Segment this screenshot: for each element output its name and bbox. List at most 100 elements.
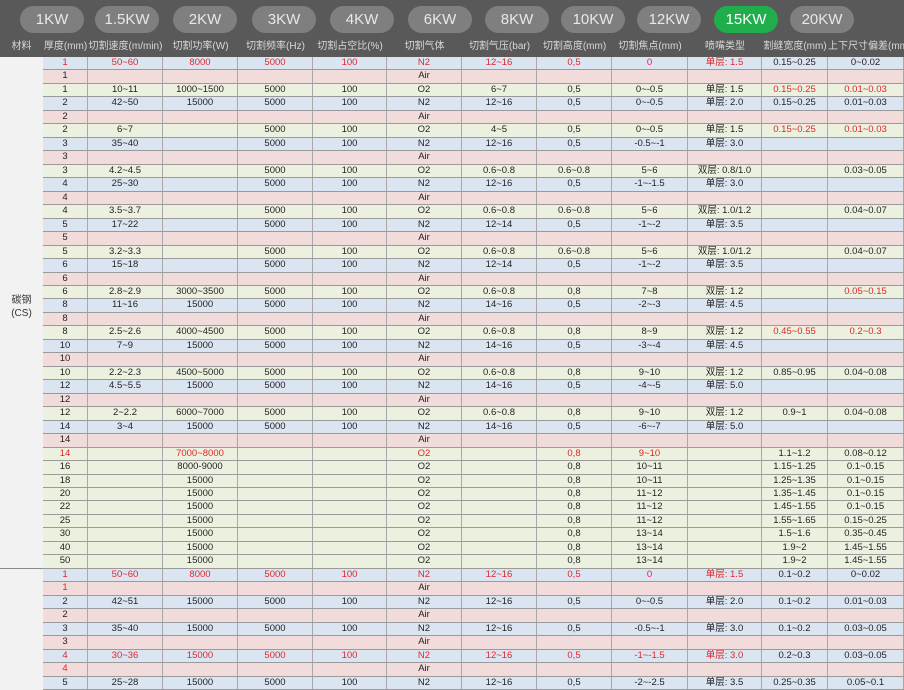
- cell-focus: -3~-4: [612, 339, 688, 353]
- table-row[interactable]: 1 50~60 8000 5000 100 N2 12~16 0,5 0 单层: 1.5 0.1~0…: [43, 568, 904, 583]
- table-row[interactable]: 5 17~22 5000 100 N2 12~14 0,5 -1~-2 单层: 3.5: [43, 218, 904, 233]
- tab-2kw[interactable]: 2KW: [173, 6, 237, 33]
- tab-15kw[interactable]: 15KW: [714, 6, 778, 33]
- table-row[interactable]: 25 15000 O2 0,8 11~12 1.55~1.65 0.15~0.25: [43, 514, 904, 529]
- table-row[interactable]: 2 42~50 15000 5000 100 N2 12~16 0,5 0~-0.5 单层: 2.…: [43, 97, 904, 111]
- table-row[interactable]: 2 42~51 15000 5000 100 N2 12~16 0,5 0~-0.5 单层: 2.…: [43, 595, 904, 610]
- table-row[interactable]: 1 50~60 8000 5000 100 N2 12~16 0,5 0 单层: 1.5 0.15~…: [43, 57, 904, 71]
- table-row[interactable]: 4 25~30 5000 100 N2 12~16 0,5 -1~-1.5 单层: 3.0: [43, 178, 904, 192]
- table-row[interactable]: 5 25~28 15000 5000 100 N2 12~16 0,5 -2~-2.5 单层: 3…: [43, 676, 904, 690]
- table-row[interactable]: 14 3~4 15000 5000 100 N2 14~16 0,5 -6~-7 单层: 5.0: [43, 420, 904, 435]
- cell-cut-speed: [88, 582, 163, 595]
- table-row[interactable]: 1 Air: [43, 70, 904, 84]
- table-row[interactable]: 3 35~40 5000 100 N2 12~16 0,5 -0.5~-1 单层: 3.0: [43, 137, 904, 152]
- cell-gas: O2: [387, 245, 462, 259]
- table-row[interactable]: 10 Air: [43, 353, 904, 367]
- table-row[interactable]: 20 15000 O2 0,8 11~12 1.35~1.45 0.1~0.15: [43, 488, 904, 502]
- table-row[interactable]: 5 3.2~3.3 5000 100 O2 0.6~0.8 0.6~0.8 5~6 双层: 1.…: [43, 245, 904, 260]
- table-row[interactable]: 12 4.5~5.5 15000 5000 100 N2 14~16 0,5 -4~-5 单层: …: [43, 380, 904, 394]
- table-row[interactable]: 8 2.5~2.6 4000~4500 5000 100 O2 0.6~0.8 0,8 8~9 双…: [43, 326, 904, 340]
- tab-1-5kw[interactable]: 1.5KW: [95, 6, 159, 33]
- table-row[interactable]: 4 3.5~3.7 5000 100 O2 0.6~0.8 0.6~0.8 5~6 双层: 1.…: [43, 205, 904, 219]
- cell-gas: O2: [387, 514, 462, 528]
- table-row[interactable]: 12 2~2.2 6000~7000 5000 100 O2 0.6~0.8 0,8 9~10 双…: [43, 407, 904, 421]
- table-row[interactable]: 3 35~40 15000 5000 100 N2 12~16 0,5 -0.5~-1 单层: 3…: [43, 622, 904, 637]
- cell-cut-power: 15000: [163, 339, 238, 353]
- cell-nozzle-type: 单层: 1.5: [688, 124, 762, 137]
- table-row[interactable]: 2 Air: [43, 609, 904, 623]
- table-row[interactable]: 1 10~11 1000~1500 5000 100 O2 6~7 0,5 0~-0.5 单层: …: [43, 83, 904, 98]
- table-row[interactable]: 16 8000-9000 O2 0,8 10~11 1.15~1.25 0.1~0.15: [43, 461, 904, 475]
- table-row[interactable]: 2 Air: [43, 110, 904, 125]
- tab-6kw[interactable]: 6KW: [408, 6, 472, 33]
- cell-thickness: 4: [43, 205, 88, 218]
- cell-duty-cycle: 100: [313, 339, 387, 353]
- cell-gas-pressure: [462, 70, 537, 83]
- table-row[interactable]: 1 Air: [43, 582, 904, 596]
- table-row[interactable]: 10 2.2~2.3 4500~5000 5000 100 O2 0.6~0.8 0,8 9~1…: [43, 366, 904, 381]
- cell-tolerance: 0.01~0.03: [828, 124, 904, 137]
- table-row[interactable]: 2 6~7 5000 100 O2 4~5 0,5 0~-0.5 单层: 1.5 0.15~0.2…: [43, 124, 904, 138]
- cell-gas-pressure: 0.6~0.8: [462, 285, 537, 299]
- cell-duty-cycle: [313, 70, 387, 83]
- header-tolerance: 上下尺寸偏差(mm): [828, 41, 904, 52]
- table-row[interactable]: 18 15000 O2 0,8 10~11 1.25~1.35 0.1~0.15: [43, 474, 904, 488]
- cell-duty-cycle: 100: [313, 595, 387, 609]
- cell-gas-pressure: 14~16: [462, 339, 537, 353]
- tab-4kw[interactable]: 4KW: [330, 6, 394, 33]
- cell-gas-pressure: 0.6~0.8: [462, 407, 537, 420]
- table-row[interactable]: 4 Air: [43, 191, 904, 206]
- table-row[interactable]: 4 30~36 15000 5000 100 N2 12~16 0,5 -1~-1.5 单层: 3…: [43, 649, 904, 664]
- table-row[interactable]: 3 Air: [43, 151, 904, 165]
- table-row[interactable]: 14 7000~8000 O2 0,8 9~10 1.1~1.2 0.08~0.12: [43, 447, 904, 462]
- cell-frequency: 5000: [238, 218, 313, 232]
- table-row[interactable]: 12 Air: [43, 393, 904, 408]
- table-row[interactable]: 14 Air: [43, 434, 904, 448]
- cell-cut-height: 0,5: [537, 299, 612, 312]
- table-row[interactable]: 50 15000 O2 0,8 13~14 1.9~2 1.45~1.55: [43, 555, 904, 569]
- cell-duty-cycle: [313, 555, 387, 568]
- tab-8kw[interactable]: 8KW: [485, 6, 549, 33]
- cell-tolerance: [828, 299, 904, 312]
- tab-12kw[interactable]: 12KW: [637, 6, 701, 33]
- cell-duty-cycle: 100: [313, 285, 387, 299]
- table-row[interactable]: 22 15000 O2 0,8 11~12 1.45~1.55 0.1~0.15: [43, 501, 904, 515]
- cell-cut-height: 0,5: [537, 420, 612, 434]
- cell-cut-power: 15000: [163, 555, 238, 568]
- cell-cut-speed: 25~28: [88, 676, 163, 690]
- cell-cut-height: [537, 110, 612, 124]
- tab-3kw[interactable]: 3KW: [252, 6, 316, 33]
- table-row[interactable]: 6 Air: [43, 272, 904, 286]
- cell-cut-height: 0,8: [537, 501, 612, 514]
- table-row[interactable]: 8 11~16 15000 5000 100 N2 14~16 0,5 -2~-3 单层: 4.5: [43, 299, 904, 313]
- header-kerf-width: 割缝宽度(mm): [763, 41, 827, 52]
- cell-gas: N2: [387, 568, 462, 582]
- table-row[interactable]: 5 Air: [43, 232, 904, 246]
- table-row[interactable]: 30 15000 O2 0,8 13~14 1.5~1.6 0.35~0.45: [43, 528, 904, 542]
- cell-cut-height: 0,5: [537, 259, 612, 272]
- table-row[interactable]: 4 Air: [43, 663, 904, 677]
- cell-tolerance: [828, 232, 904, 245]
- table-row[interactable]: 8 Air: [43, 312, 904, 327]
- table-row[interactable]: 6 2.8~2.9 3000~3500 5000 100 O2 0.6~0.8 0,8 7~8 双…: [43, 285, 904, 300]
- table-row[interactable]: 6 15~18 5000 100 N2 12~14 0,5 -1~-2 单层: 3.5: [43, 259, 904, 273]
- cell-tolerance: 0.03~0.05: [828, 164, 904, 178]
- cell-cut-height: [537, 609, 612, 622]
- table-row[interactable]: 40 15000 O2 0,8 13~14 1.9~2 1.45~1.55: [43, 541, 904, 556]
- cell-gas: Air: [387, 151, 462, 164]
- cell-gas: Air: [387, 272, 462, 285]
- cell-tolerance: [828, 339, 904, 353]
- cell-kerf-width: 1.25~1.35: [762, 474, 828, 487]
- cell-cut-height: 0,5: [537, 57, 612, 70]
- cell-cut-power: 15000: [163, 299, 238, 312]
- cell-cut-speed: 50~60: [88, 57, 163, 70]
- cell-duty-cycle: 100: [313, 407, 387, 420]
- tab-20kw[interactable]: 20KW: [790, 6, 854, 33]
- tab-1kw[interactable]: 1KW: [20, 6, 84, 33]
- table-row[interactable]: 3 Air: [43, 636, 904, 650]
- cell-cut-speed: [88, 488, 163, 501]
- cell-cut-power: [163, 582, 238, 595]
- tab-10kw[interactable]: 10KW: [561, 6, 625, 33]
- table-row[interactable]: 3 4.2~4.5 5000 100 O2 0.6~0.8 0.6~0.8 5~6 双层: 0.…: [43, 164, 904, 179]
- table-row[interactable]: 10 7~9 15000 5000 100 N2 14~16 0,5 -3~-4 单层: 4.5: [43, 339, 904, 354]
